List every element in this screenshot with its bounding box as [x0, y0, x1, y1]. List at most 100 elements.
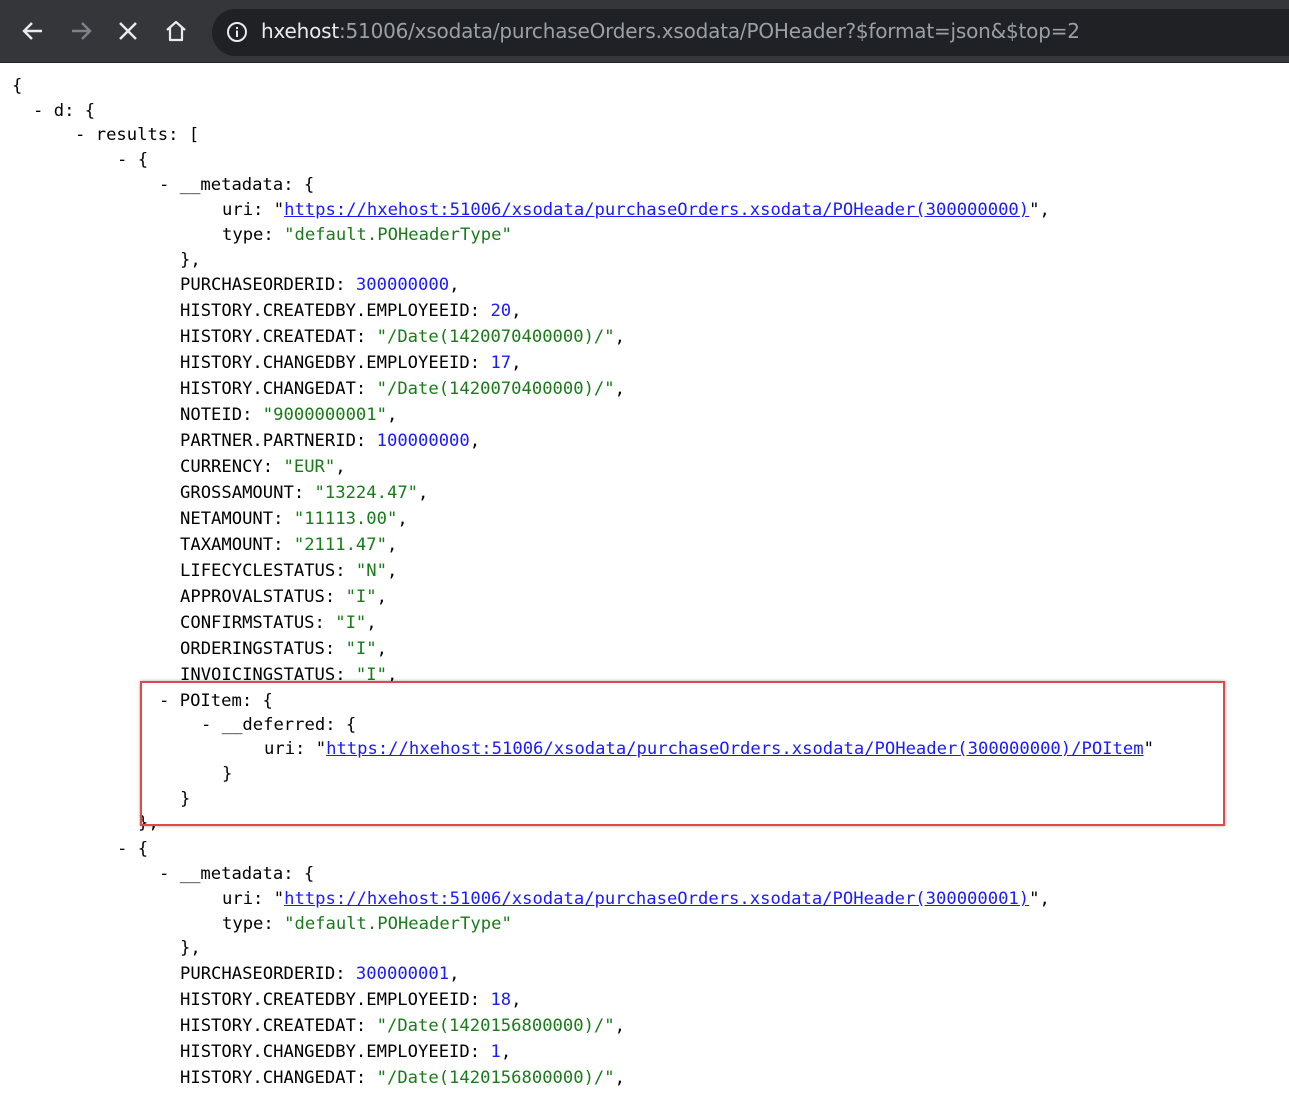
json-number-value: 300000000 [355, 275, 450, 295]
json-key: LIFECYCLESTATUS [180, 561, 336, 581]
url-text[interactable]: hxehost:51006/xsodata/purchaseOrders.xso… [261, 19, 1080, 43]
json-key: HISTORY.CREATEDAT [180, 1016, 356, 1036]
json-string-value: "/Date(1420156800000)/" [376, 1068, 615, 1088]
json-field: HISTORY.CHANGEDAT: "/Date(1420156800000)… [180, 1068, 625, 1088]
stop-loading-button[interactable] [110, 13, 146, 49]
json-key: __metadata [179, 864, 284, 884]
json-key: APPROVALSTATUS [180, 587, 325, 607]
json-key: PURCHASEORDERID [180, 964, 336, 984]
json-key: HISTORY.CREATEDBY.EMPLOYEEID [180, 990, 470, 1010]
json-key: type [222, 225, 264, 245]
record-open: - { [117, 839, 149, 859]
browser-toolbar: hxehost:51006/xsodata/purchaseOrders.xso… [0, 0, 1289, 63]
close-icon [119, 22, 137, 40]
json-key: type [222, 914, 264, 934]
json-field: HISTORY.CREATEDBY.EMPLOYEEID: 20, [180, 301, 522, 321]
metadata-type-line: type: "default.POHeaderType" [222, 914, 512, 934]
collapse-toggle[interactable]: - [159, 864, 169, 884]
json-field: CURRENCY: "EUR", [180, 457, 346, 477]
json-field: APPROVALSTATUS: "I", [180, 587, 387, 607]
forward-arrow-icon [72, 22, 92, 40]
json-string-value: default.POHeaderType [294, 225, 502, 245]
json-key: uri [222, 200, 254, 220]
json-viewer: { - d: { - results: [ - { - __metadata: … [0, 64, 1289, 1095]
home-button[interactable] [158, 13, 194, 49]
json-key: ORDERINGSTATUS [180, 639, 325, 659]
json-key: HISTORY.CREATEDBY.EMPLOYEEID [180, 301, 470, 321]
json-field: PURCHASEORDERID: 300000001, [180, 964, 460, 984]
json-number-value: 300000001 [355, 964, 450, 984]
json-key: d [53, 101, 65, 121]
json-key: CONFIRMSTATUS [180, 613, 315, 633]
json-key: HISTORY.CHANGEDBY.EMPLOYEEID [180, 1042, 470, 1062]
json-string-value: "/Date(1420070400000)/" [376, 327, 615, 347]
json-field: HISTORY.CHANGEDAT: "/Date(1420070400000)… [180, 379, 625, 399]
json-field: CONFIRMSTATUS: "I", [180, 613, 377, 633]
forward-button[interactable] [63, 13, 99, 49]
json-string-value: "13224.47" [314, 483, 419, 503]
json-key: PURCHASEORDERID [180, 275, 336, 295]
d-node: - d: { [33, 101, 96, 121]
json-key: HISTORY.CHANGEDAT [180, 379, 356, 399]
metadata-close: }, [180, 938, 201, 958]
json-string-value: "/Date(1420070400000)/" [376, 379, 615, 399]
json-key: CURRENCY [180, 457, 263, 477]
json-number-value: 100000000 [376, 431, 470, 451]
highlight-box [140, 681, 1225, 826]
json-number-value: 1 [490, 1042, 501, 1062]
json-key: results [95, 125, 169, 145]
json-field: HISTORY.CREATEDBY.EMPLOYEEID: 18, [180, 990, 522, 1010]
json-string-value: "I" [345, 587, 377, 607]
back-arrow-icon [22, 22, 42, 40]
json-number-value: 17 [490, 353, 512, 373]
collapse-toggle[interactable]: - [117, 839, 127, 859]
results-node: - results: [ [75, 125, 200, 145]
json-string-value: "9000000001" [262, 405, 387, 425]
metadata-node: - __metadata: { [159, 175, 315, 195]
json-key: HISTORY.CHANGEDBY.EMPLOYEEID [180, 353, 470, 373]
json-string-value: "/Date(1420156800000)/" [376, 1016, 615, 1036]
home-icon [166, 20, 186, 42]
json-number-value: 20 [490, 301, 512, 321]
json-string-value: "N" [355, 561, 387, 581]
json-key: PARTNER.PARTNERID [180, 431, 356, 451]
json-key: NETAMOUNT [180, 509, 274, 529]
metadata-uri-line: uri: "https://hxehost:51006/xsodata/purc… [222, 889, 1050, 909]
json-number-value: 18 [490, 990, 512, 1010]
metadata-type-line: type: "default.POHeaderType" [222, 225, 512, 245]
collapse-toggle[interactable]: - [159, 175, 169, 195]
info-icon[interactable] [226, 21, 248, 43]
collapse-toggle[interactable]: - [75, 125, 85, 145]
json-field: HISTORY.CREATEDAT: "/Date(1420156800000)… [180, 1016, 625, 1036]
json-key: NOTEID [180, 405, 243, 425]
json-key: uri [222, 889, 254, 909]
json-field: NOTEID: "9000000001", [180, 405, 398, 425]
json-key: HISTORY.CHANGEDAT [180, 1068, 356, 1088]
json-field: PARTNER.PARTNERID: 100000000, [180, 431, 481, 451]
json-field: GROSSAMOUNT: "13224.47", [180, 483, 429, 503]
url-path: :51006/xsodata/purchaseOrders.xsodata/PO… [338, 19, 1080, 43]
url-host: hxehost [261, 19, 339, 43]
json-key: TAXAMOUNT [180, 535, 274, 555]
json-field: HISTORY.CREATEDAT: "/Date(1420070400000)… [180, 327, 625, 347]
json-string-value: "2111.47" [293, 535, 387, 555]
metadata-uri-link[interactable]: https://hxehost:51006/xsodata/purchaseOr… [284, 889, 1029, 909]
json-field: ORDERINGSTATUS: "I", [180, 639, 387, 659]
json-field: LIFECYCLESTATUS: "N", [180, 561, 398, 581]
json-key: HISTORY.CREATEDAT [180, 327, 356, 347]
metadata-node: - __metadata: { [159, 864, 315, 884]
address-bar[interactable]: hxehost:51006/xsodata/purchaseOrders.xso… [212, 9, 1289, 56]
collapse-toggle[interactable]: - [33, 101, 43, 121]
collapse-toggle[interactable]: - [117, 150, 127, 170]
json-string-value: "I" [335, 613, 367, 633]
metadata-uri-link[interactable]: https://hxehost:51006/xsodata/purchaseOr… [284, 200, 1029, 220]
json-string-value: default.POHeaderType [294, 914, 502, 934]
back-button[interactable] [15, 13, 51, 49]
json-string-value: "11113.00" [293, 509, 398, 529]
json-field: TAXAMOUNT: "2111.47", [180, 535, 398, 555]
record-open: - { [117, 150, 149, 170]
metadata-close: }, [180, 250, 201, 270]
json-string-value: "I" [345, 639, 377, 659]
json-field: HISTORY.CHANGEDBY.EMPLOYEEID: 1, [180, 1042, 512, 1062]
root-open-brace: { [12, 76, 23, 96]
